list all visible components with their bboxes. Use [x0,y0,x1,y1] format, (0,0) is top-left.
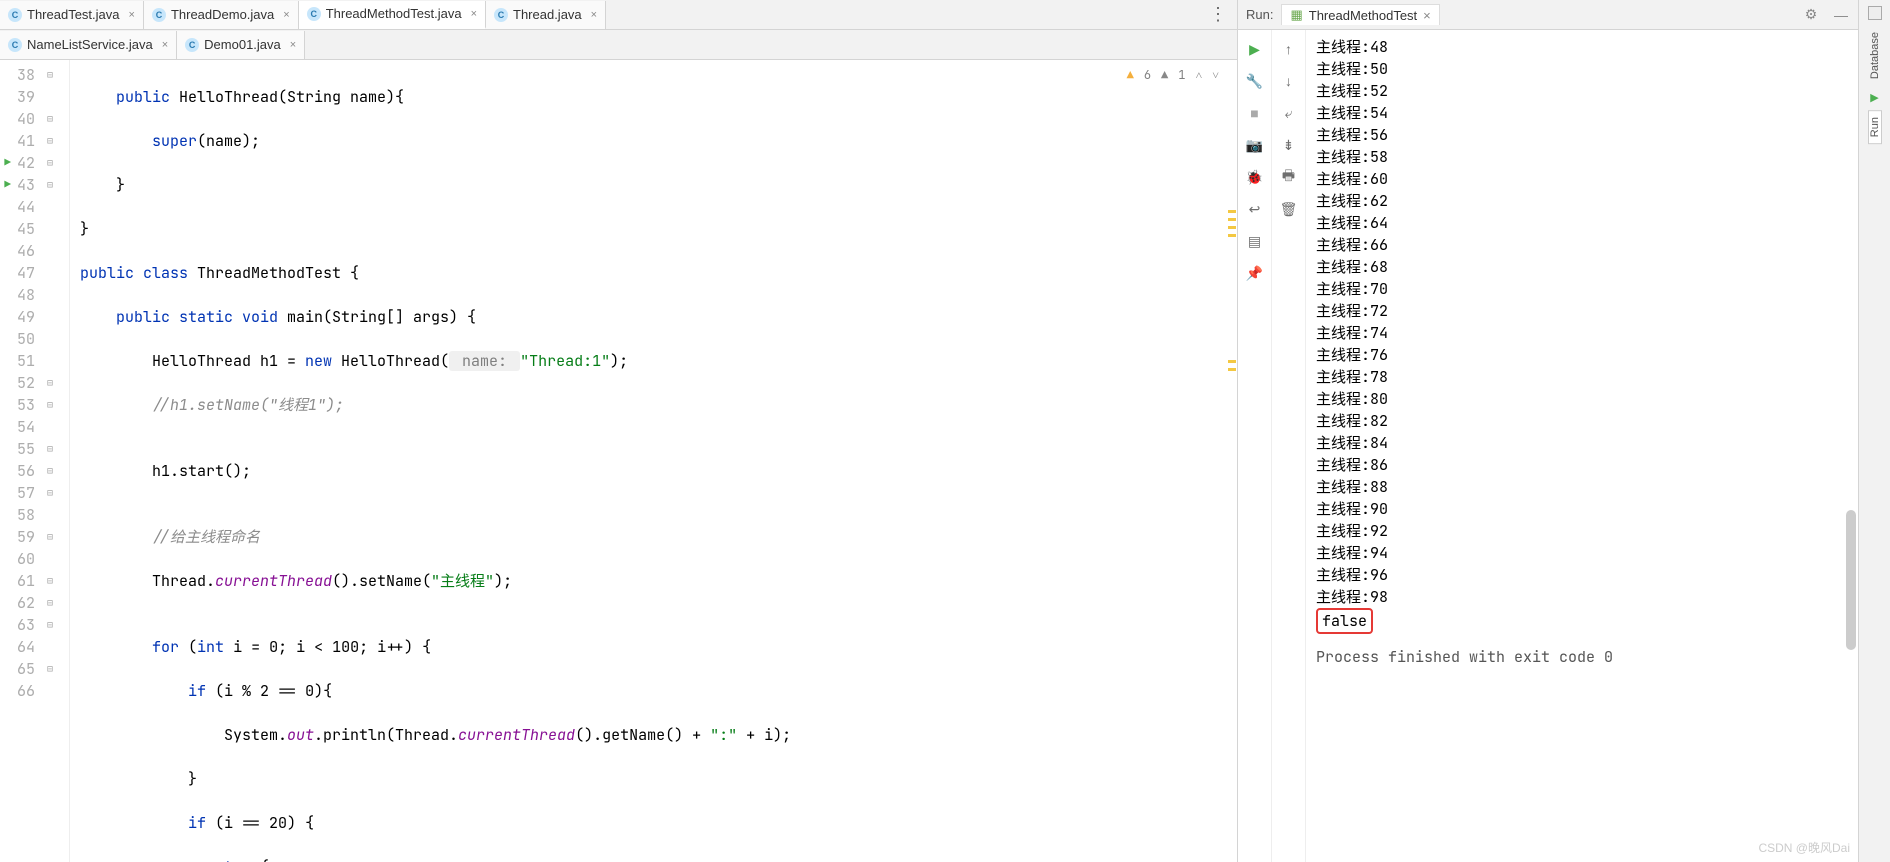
code-area[interactable]: public HelloThread(String name){ super(n… [70,60,1237,862]
console-line: 主线程:68 [1316,256,1848,278]
run-tool-button[interactable]: Run [1868,110,1882,144]
tab-thread[interactable]: CThread.java× [486,1,606,29]
editor-tabs-row1: CThreadTest.java× CThreadDemo.java× CThr… [0,0,1237,30]
run-toolbar-mid: ↑ ↓ ⤶ ⇟ 🖶 🗑 [1272,30,1306,862]
run-label: Run: [1246,7,1273,22]
tab-threadmethodtest[interactable]: CThreadMethodTest.java× [299,1,486,29]
close-icon[interactable]: × [290,39,296,51]
scrollbar[interactable] [1846,510,1856,650]
wrap-icon[interactable]: ⤶ [1280,104,1298,122]
close-icon[interactable]: × [591,9,597,21]
console-line: 主线程:54 [1316,102,1848,124]
print-icon[interactable]: 🖶 [1280,168,1298,186]
console-line: 主线程:74 [1316,322,1848,344]
console-line: 主线程:60 [1316,168,1848,190]
java-class-icon: C [152,8,166,22]
java-class-icon: C [494,8,508,22]
error-stripe[interactable] [1225,60,1237,862]
console-line: 主线程:66 [1316,234,1848,256]
console-line: 主线程:62 [1316,190,1848,212]
close-icon[interactable]: × [162,39,168,51]
inspection-widget[interactable]: ▲6 ▲1 ˄ ˅ [1127,64,1219,86]
bug-icon[interactable]: 🐞 [1246,168,1264,186]
close-icon[interactable]: × [283,9,289,21]
minimize-icon[interactable]: — [1832,6,1850,24]
stop-icon[interactable]: ■ [1246,104,1264,122]
console-line: 主线程:70 [1316,278,1848,300]
java-class-icon: C [185,38,199,52]
console-line: 主线程:78 [1316,366,1848,388]
run-toolbar-left: ▶ 🔧 ■ 📷 🐞 ↩ ▤ 📌 [1238,30,1272,862]
console-line: 主线程:50 [1316,58,1848,80]
run-header: Run: ▦ ThreadMethodTest × ⚙ — [1238,0,1858,30]
more-tabs-icon[interactable]: ⋮ [1199,4,1237,25]
up-icon[interactable]: ↑ [1280,40,1298,58]
right-sidebar: Database ▶ Run [1858,0,1890,862]
rerun-icon[interactable]: ▶ [1246,40,1264,58]
layout-icon[interactable]: ▤ [1246,232,1264,250]
run-tool-window: Run: ▦ ThreadMethodTest × ⚙ — ▶ 🔧 ■ 📷 🐞 … [1238,0,1858,862]
java-class-icon: C [8,8,22,22]
exit-message: Process finished with exit code 0 [1316,646,1848,668]
run-config-tab[interactable]: ▦ ThreadMethodTest × [1281,4,1439,25]
warning-icon: ▲ [1127,64,1134,86]
console-line: 主线程:92 [1316,520,1848,542]
app-icon: ▦ [1290,7,1302,23]
console-line: 主线程:88 [1316,476,1848,498]
tab-threaddemo[interactable]: CThreadDemo.java× [144,1,299,29]
chevron-up-icon[interactable]: ˄ [1195,64,1202,86]
console-line: 主线程:76 [1316,344,1848,366]
database-icon [1868,6,1882,20]
console-line: 主线程:58 [1316,146,1848,168]
console-line: 主线程:90 [1316,498,1848,520]
scroll-icon[interactable]: ⇟ [1280,136,1298,154]
gutter: 38⊟ 39 40⊟ 41⊟ ▶42⊟ ▶43⊟ 44 45 46 47 48 … [0,60,70,862]
console-line: 主线程:48 [1316,36,1848,58]
close-icon[interactable]: × [1423,8,1431,23]
java-class-icon: C [307,7,321,21]
wrench-icon[interactable]: 🔧 [1246,72,1264,90]
close-icon[interactable]: × [471,8,477,20]
tab-demo01[interactable]: CDemo01.java× [177,31,305,59]
close-icon[interactable]: × [129,9,135,21]
console-line: 主线程:98 [1316,586,1848,608]
console-line: 主线程:86 [1316,454,1848,476]
code-editor[interactable]: 38⊟ 39 40⊟ 41⊟ ▶42⊟ ▶43⊟ 44 45 46 47 48 … [0,60,1237,862]
console-line: 主线程:80 [1316,388,1848,410]
console-output[interactable]: 主线程:48主线程:50主线程:52主线程:54主线程:56主线程:58主线程:… [1306,30,1858,862]
down-icon[interactable]: ↓ [1280,72,1298,90]
console-line: 主线程:64 [1316,212,1848,234]
database-tool-button[interactable]: Database [1869,26,1881,85]
console-line: 主线程:52 [1316,80,1848,102]
tab-threadtest[interactable]: CThreadTest.java× [0,1,144,29]
pin-icon[interactable]: 📌 [1246,264,1264,282]
console-line: 主线程:94 [1316,542,1848,564]
weak-warning-icon: ▲ [1161,64,1168,86]
console-line: 主线程:96 [1316,564,1848,586]
console-line: 主线程:82 [1316,410,1848,432]
console-line-false: false [1316,608,1848,634]
java-class-icon: C [8,38,22,52]
gear-icon[interactable]: ⚙ [1802,6,1820,24]
exit-icon[interactable]: ↩ [1246,200,1264,218]
tab-namelistservice[interactable]: CNameListService.java× [0,31,177,59]
console-line: 主线程:72 [1316,300,1848,322]
editor-tabs-row2: CNameListService.java× CDemo01.java× [0,30,1237,60]
run-icon: ▶ [1870,91,1878,104]
run-gutter-icon[interactable]: ▶ [4,152,11,174]
watermark: CSDN @晚风Dai [1758,839,1850,856]
camera-icon[interactable]: 📷 [1246,136,1264,154]
run-gutter-icon[interactable]: ▶ [4,174,11,196]
console-line: 主线程:84 [1316,432,1848,454]
trash-icon[interactable]: 🗑 [1280,200,1298,218]
console-line: 主线程:56 [1316,124,1848,146]
chevron-down-icon[interactable]: ˅ [1212,64,1219,86]
